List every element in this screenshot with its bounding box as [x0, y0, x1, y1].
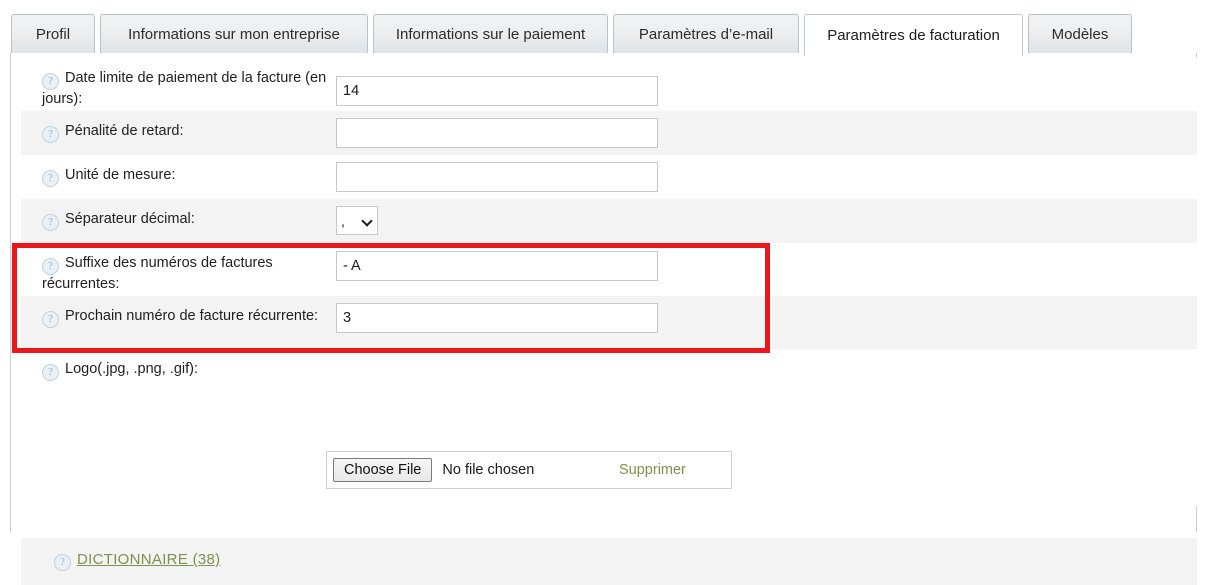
help-icon[interactable]: ? [42, 214, 59, 231]
tab-label: Paramètres d’e-mail [638, 26, 774, 43]
select-value: , [341, 212, 345, 229]
tab-label: Modèles [1051, 26, 1109, 43]
form-row-unit-of-measure: ? Unité de mesure: [21, 155, 1197, 199]
tab-param-tres-de-facturation[interactable]: Paramètres de facturation [804, 14, 1023, 56]
help-icon[interactable]: ? [42, 364, 59, 381]
form-label-decimal-separator: ? Séparateur décimal: [42, 210, 332, 231]
tab-informations-sur-mon-entreprise[interactable]: Informations sur mon entreprise [100, 14, 368, 54]
chosen-file-name: No file chosen [442, 462, 535, 478]
form-label-text: Date limite de paiement de la facture (e… [42, 70, 327, 107]
tab-label: Informations sur le paiement [395, 26, 586, 43]
dictionary-link[interactable]: DICTIONNAIRE (38) [77, 551, 220, 568]
form-row-recurring-invoice-suffix: ? Suffixe des numéros de factures récurre… [21, 243, 1197, 296]
help-icon[interactable]: ? [42, 170, 59, 187]
form-label-unit-of-measure: ? Unité de mesure: [42, 166, 332, 187]
form-label-logo: ? Logo(.jpg, .png, .gif): [42, 360, 332, 381]
settings-page: Profil Informations sur mon entreprise Inf… [0, 0, 1211, 585]
form-label-text: Prochain numéro de facture récurrente: [65, 308, 319, 324]
input-recurring-invoice-suffix[interactable] [336, 251, 658, 281]
help-icon[interactable]: ? [54, 554, 71, 571]
delete-logo-link[interactable]: Supprimer [619, 462, 686, 478]
chevron-down-icon [363, 216, 373, 226]
form-label-text: Suffixe des numéros de factures récurren… [42, 255, 273, 292]
select-decimal-separator[interactable]: , [336, 206, 378, 235]
dictionary-row: ? DICTIONNAIRE (38) [21, 538, 1197, 585]
input-unit-of-measure[interactable] [336, 162, 658, 192]
input-next-recurring-invoice-number[interactable] [336, 303, 658, 333]
help-icon[interactable]: ? [42, 311, 59, 328]
form-label-recurring-invoice-suffix: ? Suffixe des numéros de factures récurre… [42, 254, 332, 294]
billing-settings-panel: ? Date limite de paiement de la facture (… [10, 53, 1197, 585]
form-row-late-penalty: ? Pénalité de retard: [21, 111, 1197, 155]
choose-file-button[interactable]: Choose File [333, 458, 433, 482]
tab-label: Informations sur mon entreprise [128, 26, 340, 43]
form-label-next-recurring-invoice-number: ? Prochain numéro de facture récurrente: [42, 307, 332, 328]
form-label-text: Séparateur décimal: [65, 211, 195, 227]
form-label-text: Pénalité de retard: [65, 123, 184, 139]
form-label-text: Unité de mesure: [65, 167, 176, 183]
form-label-payment-deadline: ? Date limite de paiement de la facture (… [42, 69, 332, 109]
tab-mod-les[interactable]: Modèles [1028, 14, 1132, 54]
form-row-payment-deadline: ? Date limite de paiement de la facture (… [21, 58, 1197, 111]
input-late-penalty[interactable] [336, 118, 658, 148]
tab-param-tres-d-e-mail[interactable]: Paramètres d’e-mail [613, 14, 799, 54]
tab-label: Profil [35, 26, 71, 43]
help-icon[interactable]: ? [42, 126, 59, 143]
form-label-late-penalty: ? Pénalité de retard: [42, 122, 332, 143]
help-icon[interactable]: ? [42, 73, 59, 90]
tab-informations-sur-le-paiement[interactable]: Informations sur le paiement [373, 14, 608, 54]
tab-label: Paramètres de facturation [827, 27, 1000, 44]
form-row-decimal-separator: ? Séparateur décimal:, [21, 199, 1197, 243]
form-row-next-recurring-invoice-number: ? Prochain numéro de facture récurrente: [21, 296, 1197, 349]
form-label-text: Logo(.jpg, .png, .gif): [65, 361, 198, 377]
help-icon[interactable]: ? [42, 258, 59, 275]
tab-bar: Profil Informations sur mon entreprise Inf… [0, 0, 1211, 56]
input-payment-deadline[interactable] [336, 76, 658, 106]
tab-profil[interactable]: Profil [11, 14, 95, 54]
